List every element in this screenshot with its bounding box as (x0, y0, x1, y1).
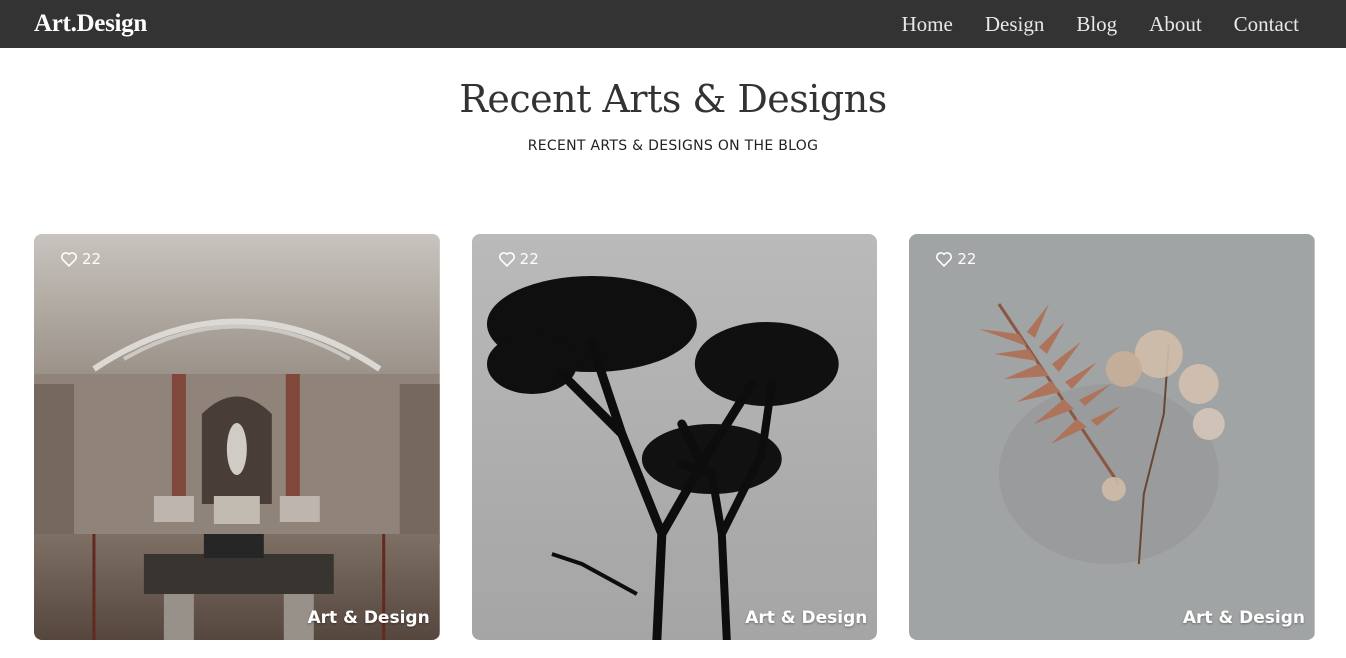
page-title: Recent Arts & Designs (459, 77, 887, 121)
category-label[interactable]: Art & Design (745, 608, 867, 628)
likes-counter[interactable]: 22 (935, 250, 976, 268)
hero-section: Recent Arts & Designs RECENT ARTS & DESI… (0, 77, 1346, 154)
main-nav: Home Design Blog About Contact (902, 12, 1300, 37)
brand-logo[interactable]: Art.Design (34, 10, 147, 38)
likes-count: 22 (957, 250, 977, 268)
post-card[interactable]: 22 Art & Design (34, 234, 440, 640)
post-card[interactable]: 22 Art & Design (471, 234, 878, 640)
dried-fern-flower-image (909, 234, 1316, 640)
page-subtitle: RECENT ARTS & DESIGNS ON THE BLOG (527, 138, 819, 154)
likes-counter[interactable]: 22 (60, 250, 101, 268)
tree-silhouette-image (471, 234, 878, 640)
likes-count: 22 (519, 250, 539, 268)
museum-gallery-image (34, 234, 440, 640)
top-navbar: Art.Design Home Design Blog About Contac… (0, 0, 1346, 48)
nav-blog-link[interactable]: Blog (1076, 12, 1117, 37)
category-label[interactable]: Art & Design (307, 608, 429, 628)
heart-icon (61, 252, 77, 267)
heart-icon (936, 252, 953, 267)
card-grid: 22 Art & Design 22 Art & Design 22 Art &… (34, 234, 1316, 640)
likes-counter[interactable]: 22 (498, 250, 539, 268)
post-card[interactable]: 22 Art & Design (909, 234, 1316, 640)
heart-icon (498, 252, 515, 267)
nav-home-link[interactable]: Home (902, 12, 953, 37)
category-label[interactable]: Art & Design (1183, 608, 1305, 628)
nav-contact-link[interactable]: Contact (1234, 12, 1299, 37)
nav-design-link[interactable]: Design (985, 12, 1045, 37)
nav-about-link[interactable]: About (1149, 12, 1202, 37)
likes-count: 22 (82, 250, 102, 268)
